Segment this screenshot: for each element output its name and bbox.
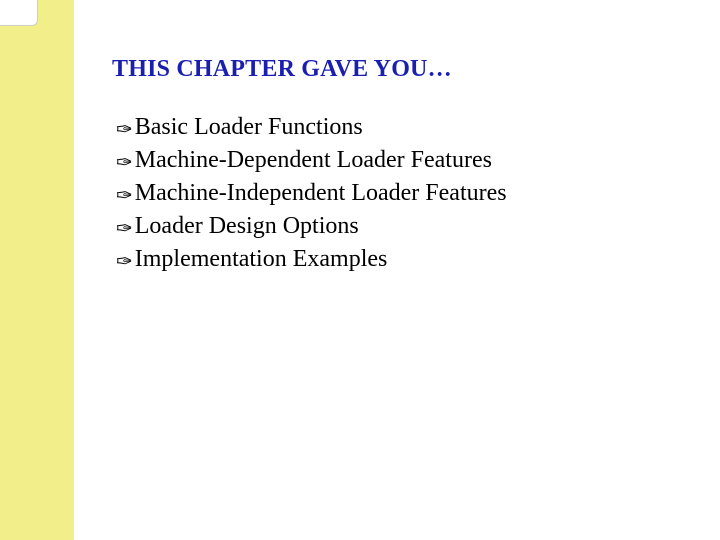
list-item-text: Implementation Examples [135,243,388,276]
bullet-icon: ✑ [116,249,133,277]
list-item: ✑ Machine-Independent Loader Features [116,177,690,210]
list-item: ✑ Loader Design Options [116,210,690,243]
accent-bar [0,0,74,540]
list-item: ✑ Implementation Examples [116,243,690,276]
list-item-text: Machine-Dependent Loader Features [135,144,492,177]
bullet-list: ✑ Basic Loader Functions ✑ Machine-Depen… [112,111,690,277]
slide: THIS CHAPTER GAVE YOU… ✑ Basic Loader Fu… [0,0,720,540]
bullet-icon: ✑ [116,117,133,145]
list-item: ✑ Machine-Dependent Loader Features [116,144,690,177]
list-item-text: Machine-Independent Loader Features [135,177,507,210]
list-item-text: Loader Design Options [135,210,359,243]
bullet-icon: ✑ [116,216,133,244]
corner-tab [0,0,38,26]
bullet-icon: ✑ [116,183,133,211]
list-item-text: Basic Loader Functions [135,111,363,144]
bullet-icon: ✑ [116,150,133,178]
content-area: THIS CHAPTER GAVE YOU… ✑ Basic Loader Fu… [112,56,690,277]
slide-title: THIS CHAPTER GAVE YOU… [112,56,690,83]
list-item: ✑ Basic Loader Functions [116,111,690,144]
